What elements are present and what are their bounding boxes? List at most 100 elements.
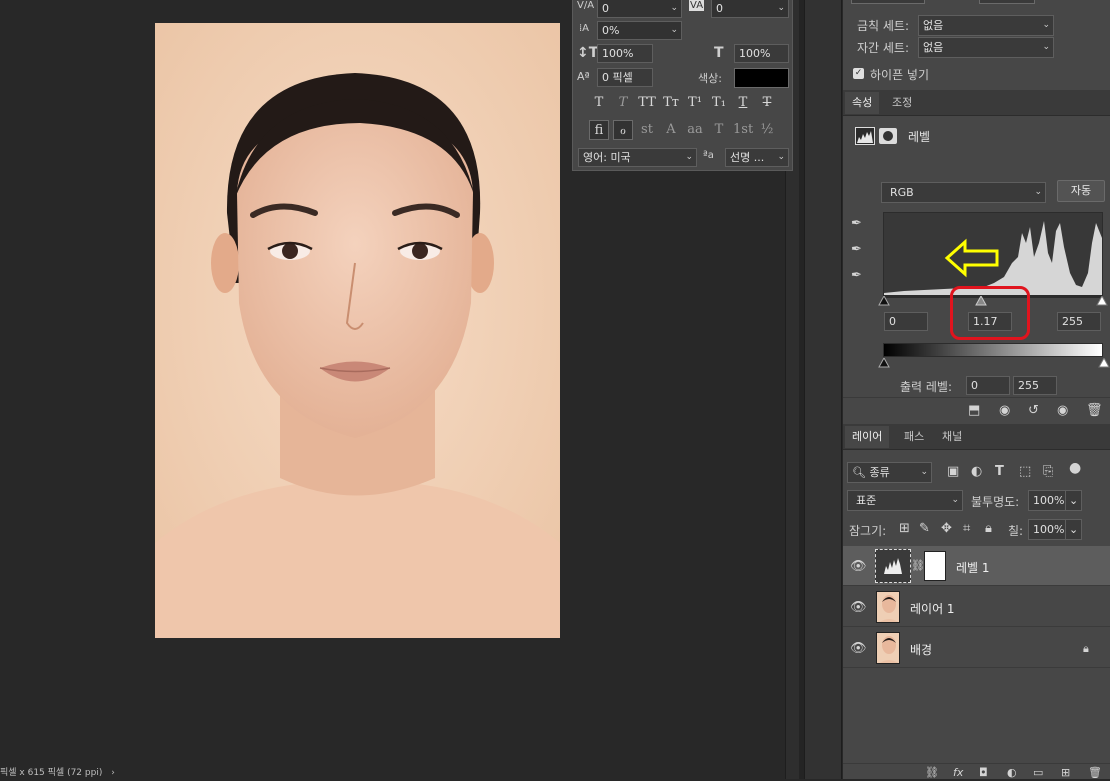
layer-name[interactable]: 레벨 1 xyxy=(956,559,990,576)
filter-adjustment-icon[interactable]: ◐ xyxy=(971,464,982,480)
channel-select[interactable]: RGB ⌄ xyxy=(881,182,1046,203)
kinsoku-set-select[interactable]: 없음 ⌄ xyxy=(918,15,1054,36)
chevron-down-icon[interactable]: ⌄ xyxy=(685,149,693,166)
swash-button[interactable]: A xyxy=(661,120,681,140)
filter-toggle-icon[interactable]: ● xyxy=(1069,460,1081,476)
faux-bold-button[interactable]: T xyxy=(589,93,609,113)
layer-name[interactable]: 배경 xyxy=(910,641,932,658)
eye-icon[interactable]: 👁︎ xyxy=(850,641,867,657)
chevron-down-icon[interactable]: ⌄ xyxy=(920,463,928,482)
antialias-select[interactable]: 선명 ... ⌄ xyxy=(725,148,789,167)
chevron-down-icon[interactable]: ⌄ xyxy=(951,491,959,510)
faux-italic-button[interactable]: T xyxy=(613,93,633,113)
layer-mask-icon[interactable] xyxy=(879,128,897,144)
old-style-button[interactable]: ℴ xyxy=(613,120,633,140)
chevron-down-icon[interactable]: ⌄ xyxy=(1042,16,1050,35)
opacity-value: 100% xyxy=(1033,494,1065,507)
fill-dropdown[interactable]: ⌄ xyxy=(1065,519,1082,540)
ligature-button[interactable]: fi xyxy=(589,120,609,140)
strikethrough-button[interactable]: T xyxy=(757,93,777,113)
lock-all-icon[interactable]: 🔒︎ xyxy=(985,521,992,537)
hyphenate-checkbox[interactable]: ✓ xyxy=(853,68,864,79)
ordinal-button[interactable]: 1st xyxy=(733,120,753,140)
all-caps-button[interactable]: TT xyxy=(637,93,657,113)
hyphenate-label: 하이픈 넣기 xyxy=(870,68,930,82)
mojikumi-set-select[interactable]: 없음 ⌄ xyxy=(918,37,1054,58)
layer-row-background[interactable]: 👁︎ 배경 🔒︎ xyxy=(843,628,1110,668)
gray-point-eyedropper-icon[interactable]: ✒ xyxy=(851,242,862,258)
output-black-field[interactable]: 0 xyxy=(966,376,1010,395)
black-input-slider[interactable] xyxy=(878,296,890,306)
underline-button[interactable]: T xyxy=(733,93,753,113)
filter-pixel-icon[interactable]: ▣ xyxy=(947,464,959,480)
opacity-dropdown[interactable]: ⌄ xyxy=(1065,490,1082,511)
fraction-button[interactable]: ½ xyxy=(757,120,777,140)
output-white-field[interactable]: 255 xyxy=(1013,376,1057,395)
tab-channels[interactable]: 채널 xyxy=(935,426,969,448)
visibility-eye-icon[interactable]: ◉ xyxy=(1057,403,1068,419)
lock-image-icon[interactable]: ✎ xyxy=(919,521,930,537)
link-icon[interactable]: ⛓ xyxy=(911,558,925,574)
text-color-swatch[interactable] xyxy=(734,68,789,88)
filter-shape-icon[interactable]: ⬚ xyxy=(1019,464,1031,480)
tab-paths[interactable]: 패스 xyxy=(897,426,931,448)
black-point-eyedropper-icon[interactable]: ✒ xyxy=(851,216,862,232)
output-black-slider[interactable] xyxy=(878,358,890,368)
trash-icon[interactable]: 🗑 xyxy=(1086,403,1103,419)
stylistic-button[interactable]: T xyxy=(709,120,729,140)
view-previous-icon[interactable]: ◉ xyxy=(999,403,1010,419)
layer-filter-select[interactable]: 🔍︎ 종류 ⌄ xyxy=(847,462,932,483)
paragraph-field-2[interactable] xyxy=(979,0,1035,4)
white-point-eyedropper-icon[interactable]: ✒ xyxy=(851,268,862,284)
filter-type-icon[interactable]: T xyxy=(995,464,1004,480)
horizontal-scale-field[interactable]: 100% xyxy=(734,44,789,63)
baseline-shift-field[interactable]: 0 픽셀 xyxy=(597,68,653,87)
eye-icon[interactable]: 👁︎ xyxy=(850,600,867,616)
white-input-slider[interactable] xyxy=(1096,296,1108,306)
vertical-scale-field[interactable]: 100% xyxy=(597,44,653,63)
chevron-down-icon[interactable]: ⌄ xyxy=(777,0,785,17)
discretionary-ligature-button[interactable]: st xyxy=(637,120,657,140)
chevron-down-icon[interactable]: ⌄ xyxy=(777,149,785,166)
tab-adjustments[interactable]: 조정 xyxy=(885,92,919,114)
chevron-down-icon[interactable]: ⌄ xyxy=(1034,183,1042,202)
chevron-down-icon[interactable]: ⌄ xyxy=(670,22,678,39)
portrait-image[interactable] xyxy=(155,23,560,638)
chevron-down-icon[interactable]: ⌄ xyxy=(1042,38,1050,57)
reset-icon[interactable]: ↺ xyxy=(1028,403,1039,419)
input-white-field[interactable]: 255 xyxy=(1057,312,1101,331)
tracking-field[interactable]: 0 ⌄ xyxy=(711,0,789,18)
channel-value: RGB xyxy=(890,186,914,199)
mojikumi-set-label: 자간 세트: xyxy=(857,41,910,55)
layer-name[interactable]: 레이어 1 xyxy=(910,600,955,617)
lock-artboard-icon[interactable]: ⌗ xyxy=(963,521,970,537)
blend-mode-select[interactable]: 표준 ⌄ xyxy=(847,490,963,511)
filter-smart-object-icon[interactable]: ⎘ xyxy=(1043,464,1053,480)
input-black-field[interactable]: 0 xyxy=(884,312,928,331)
paragraph-field[interactable] xyxy=(851,0,925,4)
language-select[interactable]: 영어: 미국 ⌄ xyxy=(578,148,697,167)
lock-label: 잠그기: xyxy=(849,524,887,538)
small-caps-button[interactable]: Tт xyxy=(661,93,681,113)
baseline-scale-field[interactable]: 0% ⌄ xyxy=(597,21,682,40)
titling-button[interactable]: aa xyxy=(685,120,705,140)
layer-mask-thumbnail[interactable] xyxy=(924,551,946,581)
layer-filter-value: 종류 xyxy=(869,466,890,479)
eye-icon[interactable]: 👁︎ xyxy=(850,559,867,575)
lock-transparent-icon[interactable]: ⊞ xyxy=(899,521,910,537)
lock-position-icon[interactable]: ✥ xyxy=(941,521,952,537)
superscript-button[interactable]: T¹ xyxy=(685,93,705,113)
clip-to-layer-icon[interactable]: ⬒ xyxy=(968,403,980,419)
tab-layers[interactable]: 레이어 xyxy=(845,426,890,448)
tab-properties[interactable]: 속성 xyxy=(845,92,880,114)
yellow-arrow-annotation xyxy=(944,238,999,278)
status-menu-arrow[interactable]: › xyxy=(111,768,115,778)
layer-row-levels[interactable]: 👁︎ ⛓ 레벨 1 xyxy=(843,546,1110,586)
antialias-value: 선명 ... xyxy=(730,151,765,164)
layer-row-layer1[interactable]: 👁︎ 레이어 1 xyxy=(843,587,1110,627)
subscript-button[interactable]: T₁ xyxy=(709,93,729,113)
auto-button[interactable]: 자동 xyxy=(1057,180,1105,202)
chevron-down-icon[interactable]: ⌄ xyxy=(670,0,678,17)
kerning-field[interactable]: 0 ⌄ xyxy=(597,0,682,18)
output-white-slider[interactable] xyxy=(1098,358,1110,368)
